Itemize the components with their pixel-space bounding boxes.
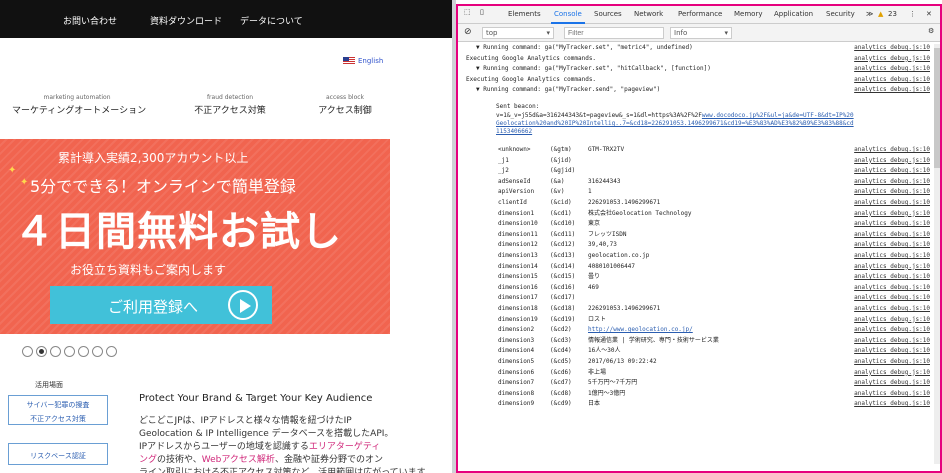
- intro-line: ングの技術や、Webアクセス解析、金融や証券分野でのオン: [139, 452, 383, 465]
- banner-main-title: ４日間無料お試し: [14, 209, 342, 255]
- banner-headline-1: 累計導入実績2,300アカウント以上: [58, 151, 249, 165]
- slider-dot[interactable]: [64, 346, 75, 357]
- register-button-label: ご利用登録へ: [108, 298, 199, 316]
- section-title: Protect Your Brand & Target Your Key Aud…: [139, 393, 373, 404]
- us-flag-icon: [343, 57, 355, 65]
- website-viewport: お問い合わせ 資料ダウンロード データについて English marketin…: [0, 0, 452, 473]
- nav-link-contact[interactable]: お問い合わせ: [63, 14, 117, 27]
- usecase-button-cybercrime[interactable]: サイバー犯罪の捜査 不正アクセス対策: [8, 395, 108, 425]
- banner-subtext: お役立ち資料もご案内します: [70, 263, 227, 277]
- sparkle-icon: ✦: [20, 177, 29, 188]
- usecase-label: サイバー犯罪の捜査: [26, 401, 90, 409]
- register-button[interactable]: ご利用登録へ: [50, 286, 272, 324]
- area-targeting-link[interactable]: ング: [139, 455, 157, 465]
- category-marketing[interactable]: marketing automation マーケティングオートメーション: [12, 94, 147, 116]
- usecase-label: 不正アクセス対策: [30, 415, 86, 423]
- slider-dot[interactable]: [92, 346, 103, 357]
- slider-dot-active[interactable]: [36, 346, 47, 357]
- banner-headline-2: 5分でできる！オンラインで簡単登録: [30, 177, 296, 196]
- nav-link-data[interactable]: データについて: [240, 14, 303, 27]
- category-ja: マーケティングオートメーション: [12, 106, 147, 116]
- area-targeting-link[interactable]: エリアターゲティ: [309, 442, 380, 452]
- language-label: English: [358, 57, 384, 65]
- intro-line: どこどこJPは、IPアドレスと様々な情報を紐づけたIP: [139, 416, 352, 426]
- slider-dot[interactable]: [106, 346, 117, 357]
- usecase-label: リスクベース認証: [30, 452, 86, 460]
- intro-text: の技術や、: [157, 455, 202, 465]
- language-switch[interactable]: English: [343, 57, 383, 65]
- sparkle-icon: ✦: [8, 165, 17, 176]
- usecase-button-risk-auth[interactable]: リスクベース認証: [8, 443, 108, 465]
- web-analytics-link[interactable]: Webアクセス解析: [202, 455, 275, 465]
- category-ja: アクセス制御: [318, 106, 372, 116]
- top-navigation: お問い合わせ 資料ダウンロード データについて: [0, 0, 452, 38]
- category-ja: 不正アクセス対策: [194, 106, 266, 116]
- intro-text: 、金融や証券分野でのオン: [274, 455, 383, 465]
- intro-line: IPアドレスからユーザーの地域を認識するエリアターゲティ: [139, 439, 380, 452]
- slider-dot[interactable]: [78, 346, 89, 357]
- highlight-frame: [456, 4, 942, 473]
- category-access[interactable]: access block アクセス制御: [300, 94, 390, 116]
- play-icon: [228, 290, 258, 320]
- category-fraud[interactable]: fraud detection 不正アクセス対策: [180, 94, 280, 116]
- intro-line: Geolocation & IP Intelligence データベースを搭載し…: [139, 429, 394, 439]
- category-en: fraud detection: [206, 94, 254, 101]
- nav-link-download[interactable]: 資料ダウンロード: [150, 14, 222, 27]
- promo-banner[interactable]: ✦ ✦ 累計導入実績2,300アカウント以上 5分でできる！オンラインで簡単登録…: [0, 139, 390, 334]
- slider-dot[interactable]: [22, 346, 33, 357]
- devtools-panel: ⬚ ▯ Elements Console Sources Network Per…: [456, 4, 942, 473]
- category-en: marketing automation: [43, 94, 111, 101]
- category-en: access block: [325, 94, 365, 101]
- intro-text: IPアドレスからユーザーの地域を認識する: [139, 442, 309, 452]
- intro-line: ライン取引における不正アクセス対策など、活用範囲は広がっています。: [139, 468, 434, 473]
- usecase-heading: 活用場面: [35, 381, 63, 389]
- slider-dot[interactable]: [50, 346, 61, 357]
